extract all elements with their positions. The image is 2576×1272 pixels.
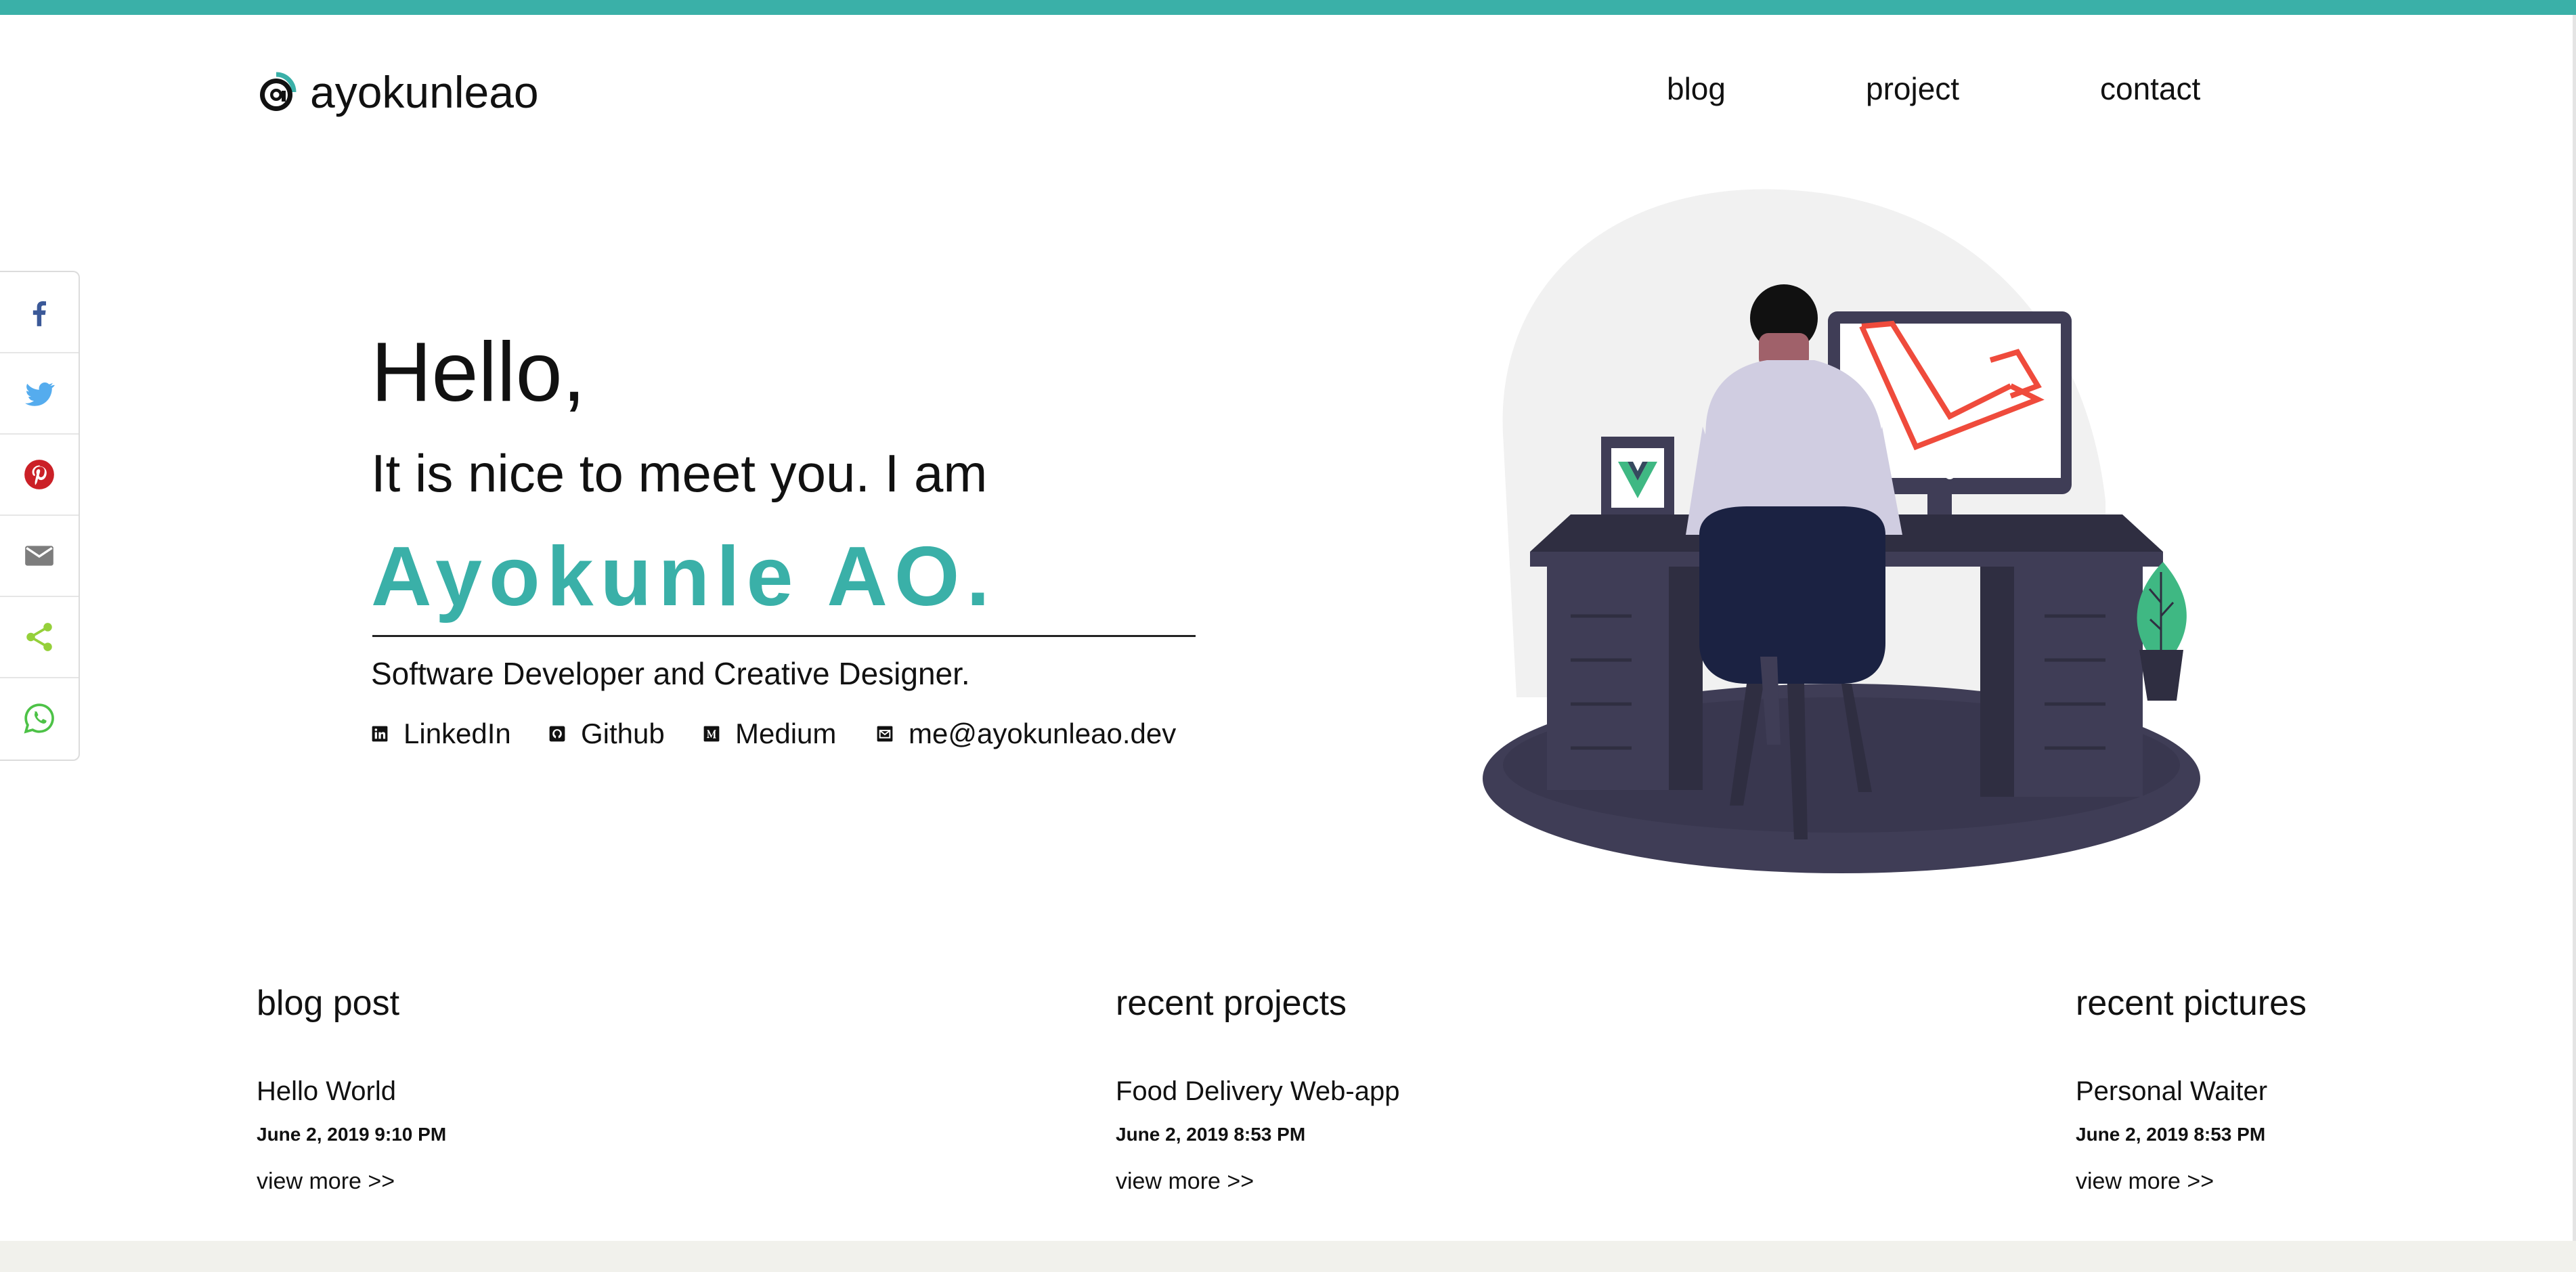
share-generic-button[interactable] [0,597,79,678]
top-accent-bar [0,0,2576,15]
facebook-icon [32,301,46,326]
site-logo[interactable]: ayokunleao [255,66,539,118]
share-twitter-button[interactable] [0,353,79,435]
hero-greeting: Hello, [371,326,586,419]
projects-view-more-link[interactable]: view more >> [1116,1170,1254,1193]
share-sidebar [0,271,80,761]
share-facebook-button[interactable] [0,272,79,353]
hero-intro: It is nice to meet you. I am [371,443,988,503]
site-name: ayokunleao [310,67,539,117]
developer-desk-illustration [1483,189,2200,873]
email-link[interactable]: me@ayokunleao.dev [876,718,1176,750]
pictures-view-more-link[interactable]: view more >> [2076,1170,2214,1193]
blog-post-title[interactable]: Hello World [257,1078,396,1105]
footer-band [0,1241,2576,1272]
email-icon [25,546,53,566]
medium-icon [703,726,720,742]
medium-label: Medium [735,718,837,749]
twitter-icon [25,382,55,406]
linkedin-icon [372,726,388,742]
github-icon [549,726,565,742]
whatsapp-icon [24,703,54,734]
nav-blog[interactable]: blog [1667,70,1726,107]
nav-contact[interactable]: contact [2100,70,2200,107]
email-label: me@ayokunleao.dev [909,718,1177,749]
medium-link[interactable]: Medium [703,718,836,750]
scrollbar-track[interactable] [2573,15,2576,1241]
project-date: June 2, 2019 8:53 PM [1116,1124,1306,1145]
pinterest-icon [24,460,54,489]
linkedin-link[interactable]: LinkedIn [371,718,511,750]
share-icon [26,623,52,651]
hero-tagline: Software Developer and Creative Designer… [371,656,970,691]
github-label: Github [581,718,665,749]
picture-title[interactable]: Personal Waiter [2076,1078,2267,1105]
share-whatsapp-button[interactable] [0,678,79,758]
blog-section-title: blog post [257,984,400,1023]
projects-section-title: recent projects [1116,984,1347,1023]
hero-name: Ayokunle AO. [371,530,997,623]
share-email-button[interactable] [0,516,79,597]
pictures-section-title: recent pictures [2076,984,2307,1023]
blog-view-more-link[interactable]: view more >> [257,1170,395,1193]
linkedin-label: LinkedIn [403,718,511,749]
at-sign-logo-icon [260,72,297,111]
picture-date: June 2, 2019 8:53 PM [2076,1124,2266,1145]
project-title[interactable]: Food Delivery Web-app [1116,1078,1399,1105]
share-pinterest-button[interactable] [0,435,79,516]
hero-divider [372,635,1196,637]
blog-post-date: June 2, 2019 9:10 PM [257,1124,447,1145]
mail-icon [877,726,893,742]
nav-project[interactable]: project [1866,70,1959,107]
github-link[interactable]: Github [548,718,665,750]
